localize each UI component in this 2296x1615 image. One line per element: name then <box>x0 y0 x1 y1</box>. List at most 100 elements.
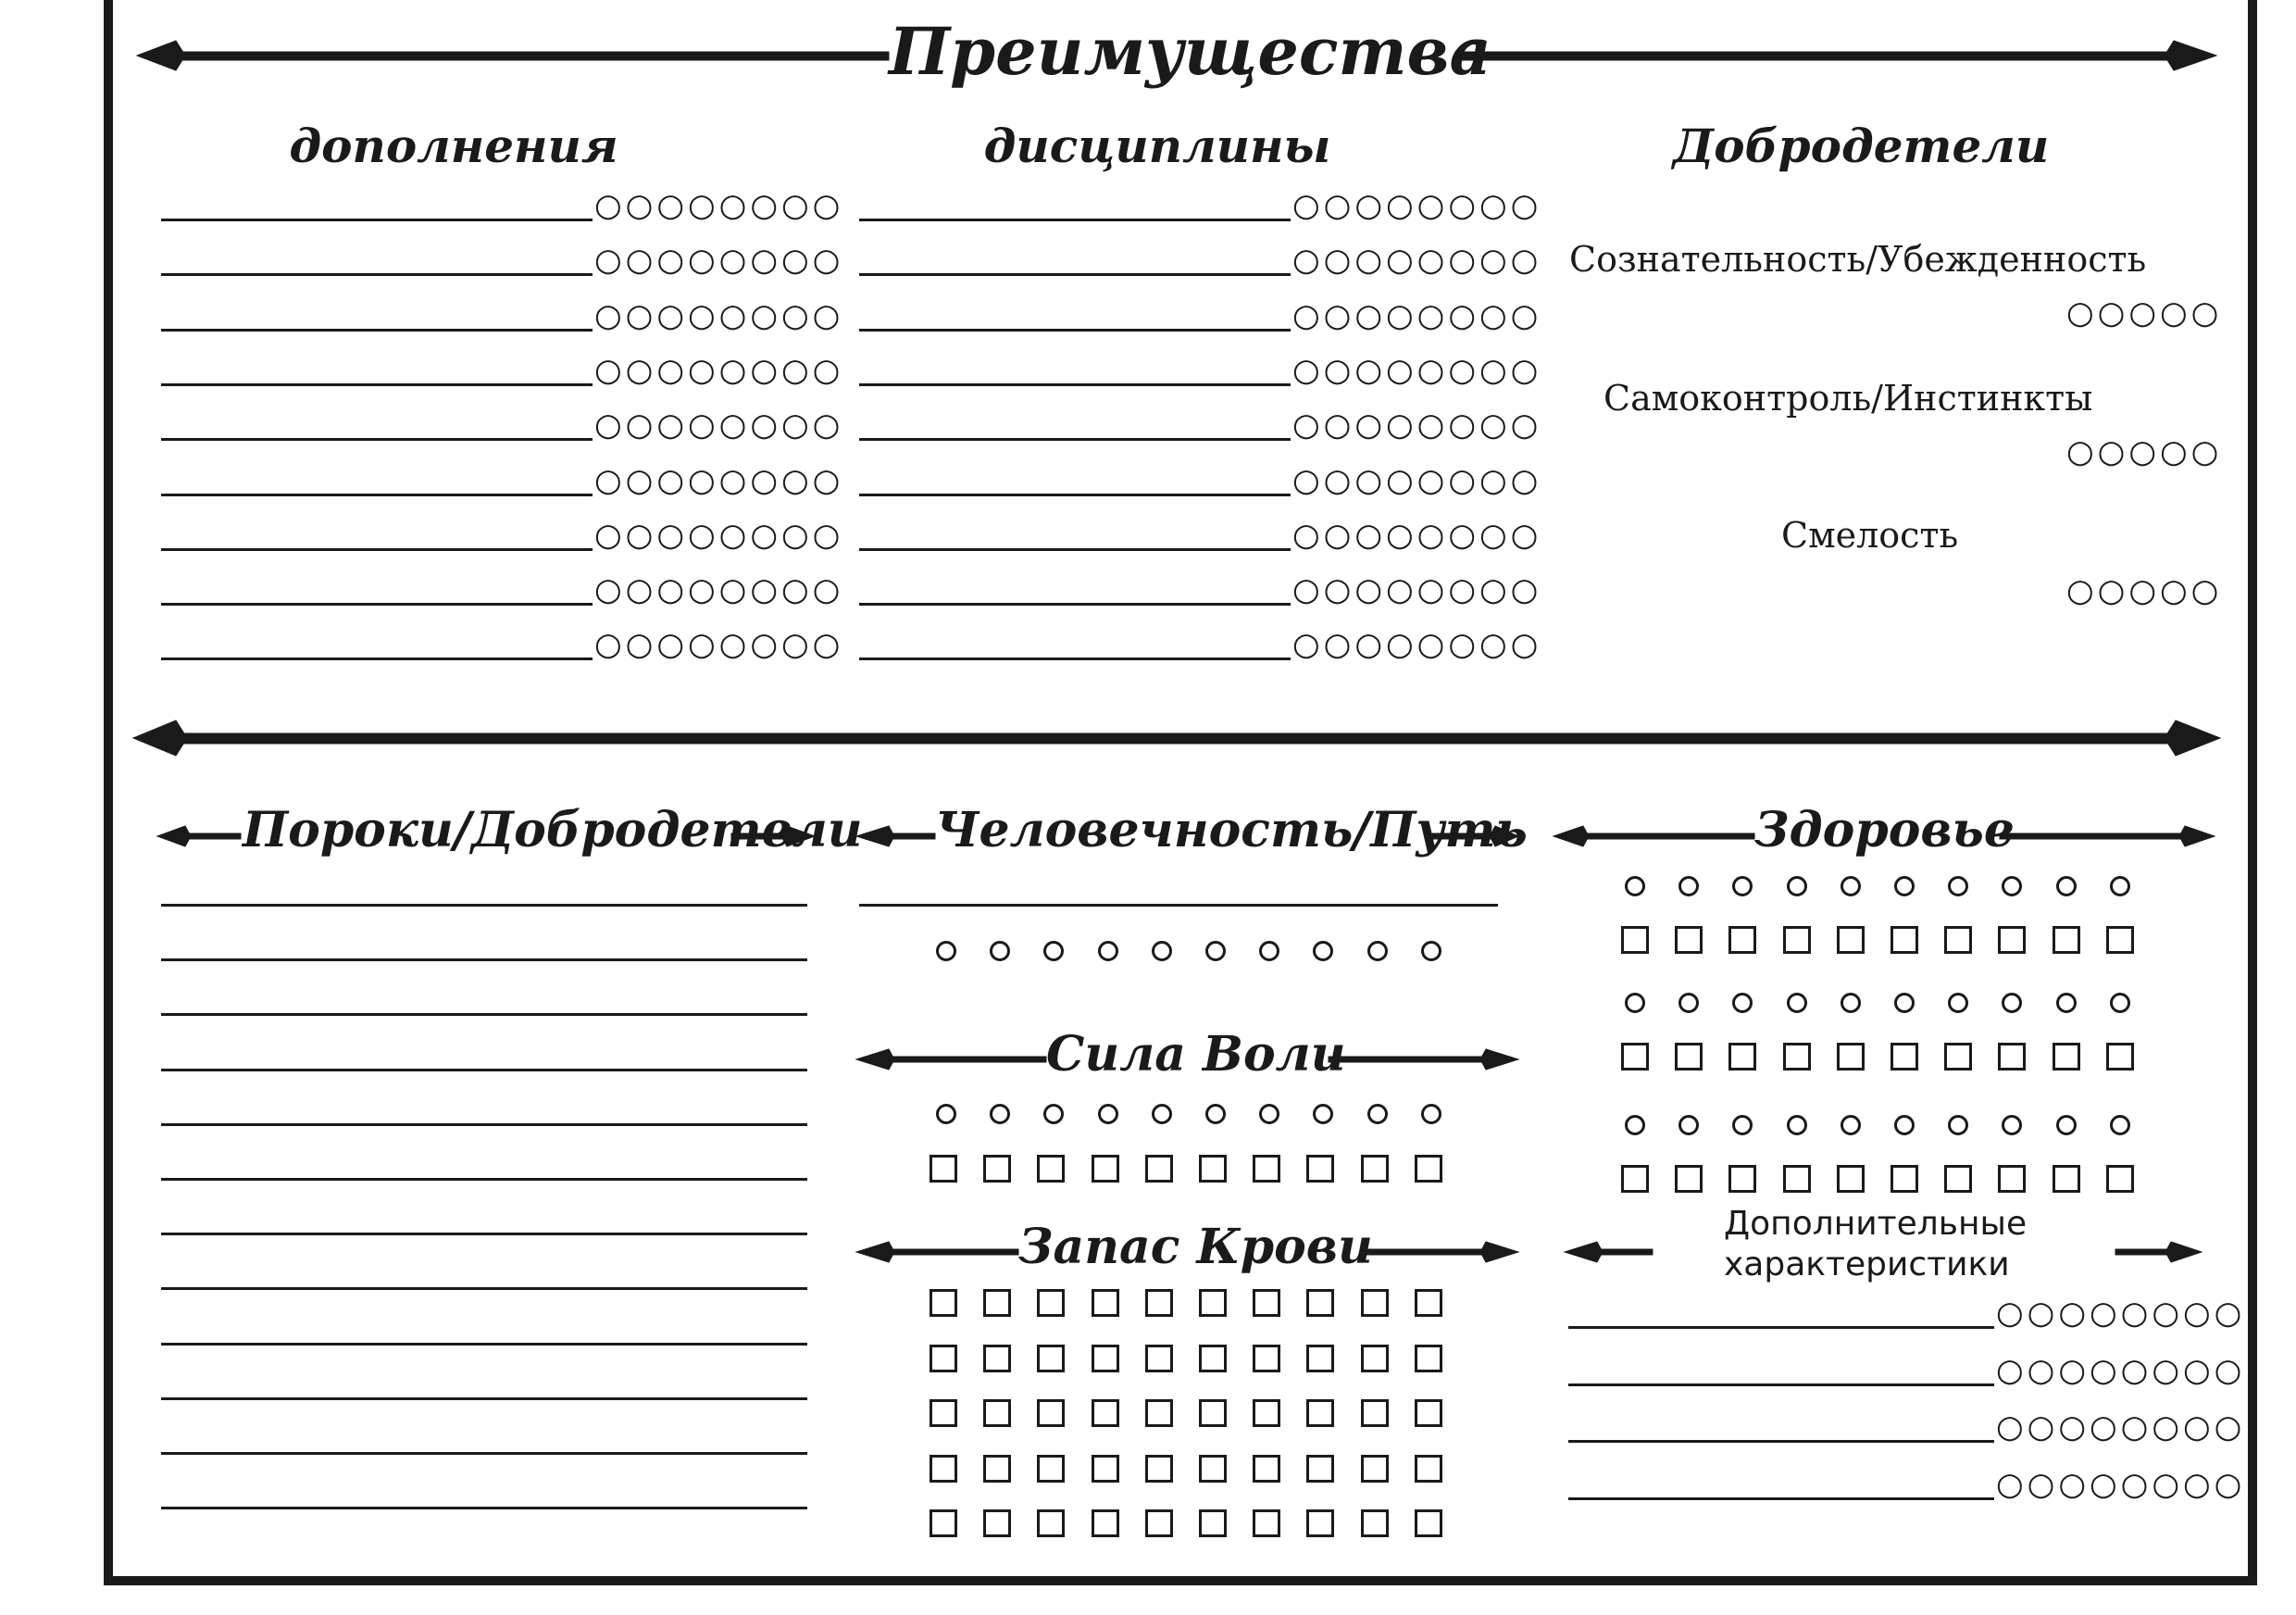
blood-box[interactable] <box>1306 1454 1335 1483</box>
blood-box[interactable] <box>1144 1399 1173 1427</box>
background-name-line[interactable] <box>161 328 593 332</box>
background-name-line[interactable] <box>161 603 593 607</box>
willpower-box[interactable] <box>1037 1155 1066 1183</box>
extra-trait-line[interactable] <box>1568 1383 1994 1386</box>
blood-box[interactable] <box>1144 1289 1173 1317</box>
extra-trait-line[interactable] <box>1568 1496 1994 1500</box>
background-name-line[interactable] <box>161 438 593 442</box>
blood-box[interactable] <box>1037 1454 1066 1483</box>
background-dots[interactable]: ○○○○○○○○ <box>594 626 843 663</box>
willpower-dot[interactable] <box>1151 1104 1172 1124</box>
blood-box[interactable] <box>930 1454 957 1483</box>
discipline-dots[interactable]: ○○○○○○○○ <box>1292 297 1541 334</box>
blood-box[interactable] <box>1306 1344 1335 1372</box>
health-box[interactable] <box>1621 926 1649 954</box>
extra-trait-dots[interactable]: ○○○○○○○○ <box>1996 1295 2245 1332</box>
blood-box[interactable] <box>983 1399 1012 1427</box>
background-dots[interactable]: ○○○○○○○○ <box>594 407 843 444</box>
health-box[interactable] <box>2052 926 2080 954</box>
blood-box[interactable] <box>1360 1344 1389 1372</box>
blood-box[interactable] <box>1360 1454 1389 1483</box>
blood-box[interactable] <box>1199 1399 1227 1427</box>
humanity-dot[interactable] <box>1151 941 1172 961</box>
background-name-line[interactable] <box>161 273 593 277</box>
health-box[interactable] <box>1944 1165 1973 1193</box>
blood-box[interactable] <box>1414 1454 1442 1483</box>
humanity-dot[interactable] <box>1205 941 1226 961</box>
health-dot[interactable] <box>2055 876 2077 896</box>
health-dot[interactable] <box>1625 993 1645 1013</box>
discipline-name-line[interactable] <box>859 547 1291 551</box>
health-dot[interactable] <box>1786 876 1807 896</box>
health-dot[interactable] <box>1625 876 1645 896</box>
discipline-name-line[interactable] <box>859 657 1291 661</box>
willpower-box[interactable] <box>930 1155 957 1183</box>
health-box[interactable] <box>1890 1043 1918 1070</box>
blood-box[interactable] <box>1037 1344 1066 1372</box>
blood-box[interactable] <box>1360 1509 1389 1537</box>
blood-box[interactable] <box>983 1289 1012 1317</box>
blood-box[interactable] <box>1144 1344 1173 1372</box>
blood-box[interactable] <box>1253 1289 1281 1317</box>
background-dots[interactable]: ○○○○○○○○ <box>594 242 843 279</box>
blood-box[interactable] <box>983 1344 1012 1372</box>
discipline-dots[interactable]: ○○○○○○○○ <box>1292 517 1541 554</box>
background-name-line[interactable] <box>161 219 593 221</box>
discipline-dots[interactable]: ○○○○○○○○ <box>1292 407 1541 444</box>
willpower-box[interactable] <box>1306 1155 1335 1183</box>
health-box[interactable] <box>1675 926 1703 954</box>
health-dot[interactable] <box>1894 1115 1915 1135</box>
health-dot[interactable] <box>1786 1115 1807 1135</box>
health-box[interactable] <box>1621 1165 1649 1193</box>
health-box[interactable] <box>1890 926 1918 954</box>
vice-line[interactable] <box>161 1122 807 1126</box>
blood-box[interactable] <box>1037 1289 1066 1317</box>
extra-trait-line[interactable] <box>1568 1326 1994 1329</box>
health-box[interactable] <box>2052 1043 2080 1070</box>
vice-line[interactable] <box>161 1178 807 1181</box>
health-box[interactable] <box>1782 926 1811 954</box>
blood-box[interactable] <box>1306 1289 1335 1317</box>
blood-box[interactable] <box>1091 1289 1119 1317</box>
willpower-box[interactable] <box>1253 1155 1281 1183</box>
health-box[interactable] <box>1621 1043 1649 1070</box>
blood-box[interactable] <box>930 1399 957 1427</box>
health-box[interactable] <box>1944 926 1973 954</box>
health-box[interactable] <box>1675 1043 1703 1070</box>
health-box[interactable] <box>2105 926 2134 954</box>
blood-box[interactable] <box>1414 1399 1442 1427</box>
blood-box[interactable] <box>1253 1399 1281 1427</box>
blood-box[interactable] <box>1037 1399 1066 1427</box>
vice-line[interactable] <box>161 1068 807 1071</box>
blood-box[interactable] <box>1091 1344 1119 1372</box>
willpower-dot[interactable] <box>936 1104 956 1124</box>
humanity-dot[interactable] <box>936 941 956 961</box>
discipline-name-line[interactable] <box>859 382 1291 386</box>
vice-line[interactable] <box>161 904 807 907</box>
discipline-name-line[interactable] <box>859 219 1291 221</box>
blood-box[interactable] <box>1144 1454 1173 1483</box>
extra-trait-dots[interactable]: ○○○○○○○○ <box>1996 1408 2245 1446</box>
background-name-line[interactable] <box>161 657 593 661</box>
blood-box[interactable] <box>983 1454 1012 1483</box>
background-name-line[interactable] <box>161 493 593 496</box>
discipline-dots[interactable]: ○○○○○○○○ <box>1292 571 1541 608</box>
vice-line[interactable] <box>161 1452 807 1455</box>
health-box[interactable] <box>1944 1043 1973 1070</box>
blood-box[interactable] <box>1253 1509 1281 1537</box>
blood-box[interactable] <box>1199 1344 1227 1372</box>
discipline-dots[interactable]: ○○○○○○○○ <box>1292 462 1541 499</box>
health-box[interactable] <box>2105 1043 2134 1070</box>
health-box[interactable] <box>1836 1165 1865 1193</box>
discipline-name-line[interactable] <box>859 493 1291 496</box>
blood-box[interactable] <box>1199 1509 1227 1537</box>
humanity-dot[interactable] <box>1097 941 1118 961</box>
blood-box[interactable] <box>1037 1509 1066 1537</box>
discipline-dots[interactable]: ○○○○○○○○ <box>1292 626 1541 663</box>
blood-box[interactable] <box>1091 1399 1119 1427</box>
vice-line[interactable] <box>161 958 807 962</box>
health-box[interactable] <box>1836 926 1865 954</box>
vice-line[interactable] <box>161 1507 807 1510</box>
health-dot[interactable] <box>1786 993 1807 1013</box>
health-dot[interactable] <box>1894 876 1915 896</box>
